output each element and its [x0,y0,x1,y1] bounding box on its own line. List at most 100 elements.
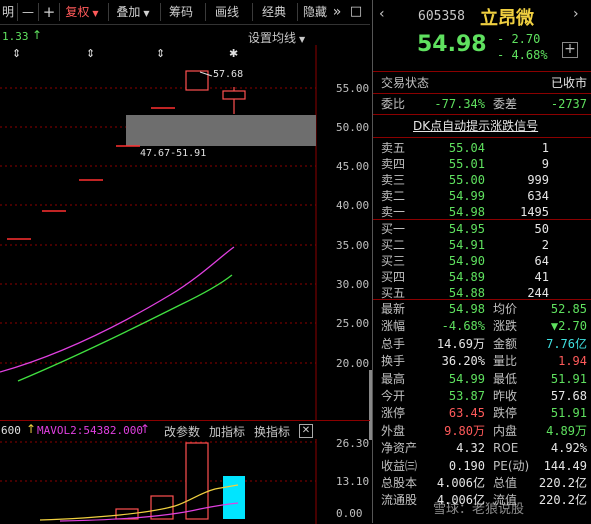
status-label: 交易状态 [381,76,430,90]
bid-price: 54.91 [448,238,485,252]
dk-signal-link[interactable]: DK点自动提示涨跌信号 [413,118,538,134]
stat-value: 36.20% [441,354,485,369]
period-button[interactable]: 明 [0,2,16,22]
volume-tick: 13.10 [336,475,370,488]
huaxian-button[interactable]: 画线 [208,2,246,22]
ask-label: 卖二 [381,189,406,203]
maximize-icon[interactable]: □ [348,2,364,22]
stat-value: 4.32 [456,441,485,456]
stat-label: 收益㈢ [381,458,418,473]
stat-value: 1.94 [558,354,587,369]
diejia-label: 叠加 [116,5,141,19]
chevron-down-icon: ▼ [92,9,99,18]
stock-change: - 2.70 [497,32,541,46]
stat-label: 外盘 [381,423,406,438]
yincang-button[interactable]: 隐藏 [300,2,330,22]
bid-label: 买二 [381,238,406,252]
add-icon[interactable]: + [562,42,578,58]
stat-value: 4.006亿 [436,476,485,490]
ma-line-green [17,274,233,382]
stock-code: 605358 [418,9,465,24]
chart-toolbar: 明 — + 复权 ▼ 叠加 ▼ 筹码 画线 经典 隐藏 » □ [0,0,370,25]
weibi-label: 委比 [381,97,406,111]
ask-label: 卖三 [381,173,406,187]
stat-value: ▼2.70 [550,319,587,334]
marker-icon: ⇕ [12,47,21,60]
ask-label: 卖五 [381,141,406,155]
chip-range-band [126,115,316,146]
bid-vol: 50 [534,222,549,236]
stat-label: ROE [493,441,519,456]
volume-tick: 0.00 [336,507,363,520]
stat-label: 涨跌 [493,319,518,334]
candle-last [222,90,246,100]
weicha-label: 委差 [493,97,518,111]
bid-label: 买四 [381,270,406,284]
stat-label: 金额 [493,336,518,351]
jingdian-button[interactable]: 经典 [255,2,293,22]
stock-name: 立昂微 [480,8,534,29]
marker-icon: ⇕ [156,47,165,60]
stats-grid: 最新 54.98 均价 52.85 涨幅 -4.68% 涨跌 ▼2.70 总手 14.69万 金额 7… [373,301,591,523]
zoom-out-button[interactable]: — [20,2,36,22]
ask-price: 55.04 [448,141,485,155]
stat-value: 63.45 [448,406,485,421]
chevron-right-icon[interactable]: › [573,6,579,22]
stat-label: 总值 [493,476,518,490]
more-icon[interactable]: » [330,2,344,22]
bid-vol: 64 [534,254,549,268]
stat-label: 均价 [493,302,518,316]
stat-label: 内盘 [493,423,518,438]
stat-value: 53.87 [448,389,485,403]
stock-change-pct: - 4.68% [497,48,548,62]
volume-bar-last [223,476,245,519]
ask-price: 54.98 [448,205,485,219]
stat-label: 涨幅 [381,319,406,334]
stat-value: 54.98 [448,302,485,316]
ask-price: 54.99 [448,189,485,203]
stat-label: 跌停 [493,406,518,421]
zoom-in-button[interactable]: + [41,2,57,22]
bid-price: 54.90 [448,254,485,268]
stat-value: 14.69万 [436,336,485,351]
stat-label: 量比 [493,354,518,369]
ask-vol: 9 [541,157,549,171]
stat-label: 最高 [381,371,406,386]
stat-label: 总股本 [381,476,418,490]
quote-panel: ‹ › 605358 立昂微 54.98 - 2.70 - 4.68% + 交易… [372,0,591,523]
stat-label: 涨停 [381,406,406,421]
stat-value: 220.2亿 [538,493,587,508]
ask-price: 55.00 [448,173,485,187]
stat-label: 今开 [381,389,406,403]
stat-value: 4.92% [550,441,587,456]
diejia-dropdown[interactable]: 叠加 ▼ [111,2,155,22]
ask-vol: 1 [541,141,549,155]
chevron-left-icon[interactable]: ‹ [379,6,385,22]
stat-value: 51.91 [550,406,587,421]
ask-label: 卖一 [381,205,406,219]
weicha-value: -2737 [550,97,587,111]
bid-price: 54.89 [448,270,485,284]
stat-label: 总手 [381,336,406,351]
chouma-button[interactable]: 筹码 [163,2,199,22]
volume-svg [0,439,317,524]
ask-price: 55.01 [448,157,485,171]
status-value: 已收市 [550,76,587,90]
fuquan-dropdown[interactable]: 复权 ▼ [62,2,102,22]
stat-label: 换手 [381,354,406,369]
ma-line-magenta [0,246,235,373]
stat-value: 57.68 [550,389,587,403]
ask-vol: 1495 [520,205,549,219]
stock-price: 54.98 [417,32,487,57]
volume-panel: 600 ↑ MAVOL2:54382.000 ↑ 改参数 加指标 换指标 ✕ 2… [0,420,370,524]
ask-vol: 999 [527,173,549,187]
stat-label: 净资产 [381,441,418,456]
volume-tick: 26.30 [336,437,370,450]
stat-value: 4.89万 [546,423,587,438]
fuquan-label: 复权 [65,5,90,19]
stat-value: 7.76亿 [546,336,587,351]
stat-label: 流通股 [381,493,418,508]
weibi-value: -77.34% [434,97,485,111]
stat-value: 9.80万 [444,423,485,438]
marker-icon: ✱ [229,47,238,60]
